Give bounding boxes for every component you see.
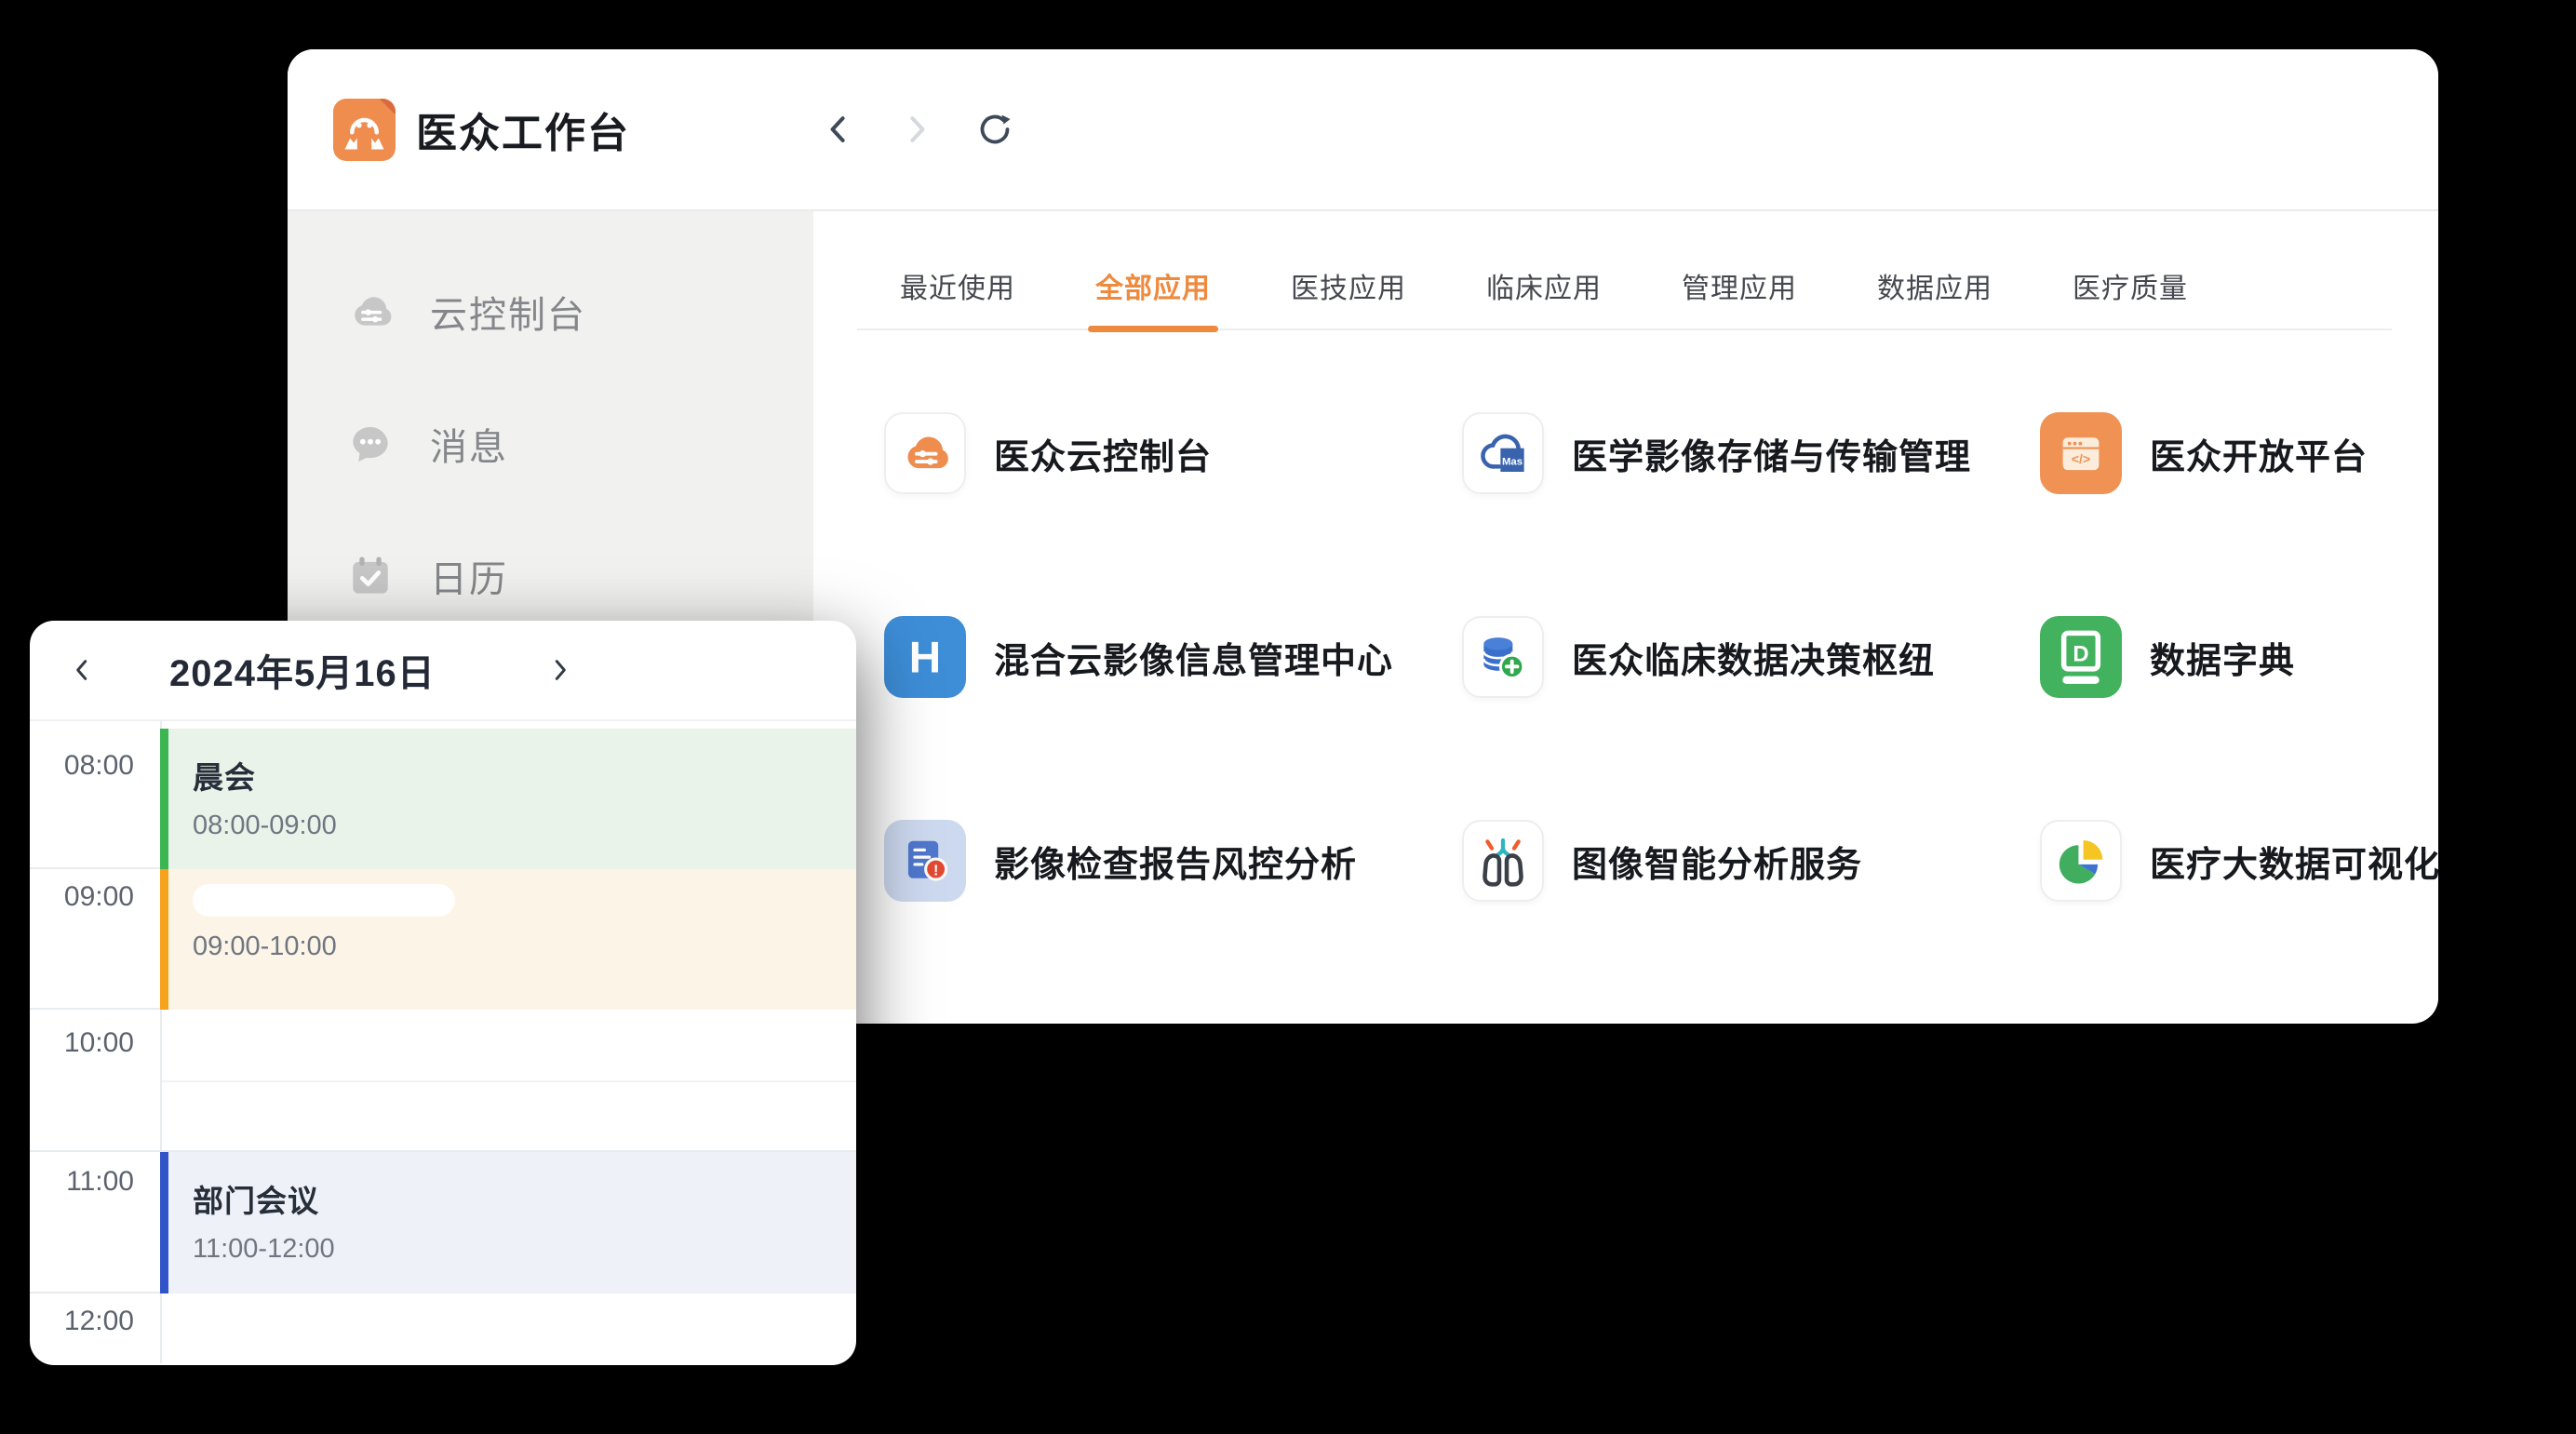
refresh-icon (973, 107, 1017, 152)
tab-clinical-apps[interactable]: 临床应用 (1486, 265, 1602, 328)
time-label: 09:00 (30, 881, 134, 913)
app-clinical-data-hub[interactable]: 医众临床数据决策枢纽 (1462, 616, 2040, 698)
alert-glyph: ! (933, 863, 938, 879)
app-logo-icon (333, 99, 396, 161)
sidebar-item-label: 云控制台 (430, 285, 586, 339)
calendar-body: 08:00 09:00 10:00 11:00 12:00 晨会 08:00-0… (30, 721, 856, 1363)
calendar-icon (344, 550, 396, 602)
forward-button[interactable] (894, 107, 939, 152)
calendar-panel: 2024年5月16日 08:00 09:00 10:00 11:00 12:00… (30, 621, 856, 1365)
app-image-ai-analysis[interactable]: 图像智能分析服务 (1462, 820, 2040, 902)
cloud-settings-icon (884, 412, 966, 494)
app-data-dictionary[interactable]: D 数据字典 (2040, 616, 2438, 698)
calendar-prev-day-button[interactable] (61, 650, 102, 690)
app-imaging-storage[interactable]: Mas 医学影像存储与传输管理 (1462, 412, 2040, 494)
event-time: 09:00-10:00 (193, 931, 856, 962)
time-label: 12:00 (30, 1306, 134, 1337)
chevron-right-icon (896, 109, 937, 150)
active-tab-underline (1088, 326, 1218, 332)
sidebar-item-calendar[interactable]: 日历 (288, 548, 813, 604)
tab-data-apps[interactable]: 数据应用 (1877, 265, 1992, 328)
sidebar-item-messages[interactable]: 消息 (288, 416, 813, 472)
app-name: 混合云影像信息管理中心 (994, 632, 1393, 683)
titlebar: 医众工作台 (288, 49, 2438, 211)
chevron-left-icon (68, 656, 96, 684)
sidebar-item-label: 消息 (430, 417, 508, 471)
app-name: 数据字典 (2150, 632, 2295, 683)
database-plus-icon (1462, 616, 1544, 698)
time-label: 11:00 (30, 1166, 134, 1198)
cloud-settings-icon (344, 286, 396, 338)
tab-label: 全部应用 (1095, 274, 1211, 304)
tab-recently-used[interactable]: 最近使用 (900, 265, 1015, 328)
app-name: 医众云控制台 (994, 428, 1212, 479)
letter-h-icon: H (884, 616, 966, 698)
window-title: 医众工作台 (416, 100, 630, 159)
report-alert-icon: ! (884, 820, 966, 902)
calendar-event-department-meeting[interactable]: 部门会议 11:00-12:00 (160, 1152, 856, 1293)
app-open-platform[interactable]: </> 医众开放平台 (2040, 412, 2438, 494)
back-button[interactable] (816, 107, 861, 152)
app-big-data-visualization[interactable]: 医疗大数据可视化 (2040, 820, 2438, 902)
nav-buttons (816, 107, 1017, 152)
code-glyph: </> (2072, 452, 2091, 467)
event-time: 11:00-12:00 (193, 1234, 856, 1265)
app-name: 医众临床数据决策枢纽 (1572, 632, 1935, 683)
cloud-storage-icon: Mas (1462, 412, 1544, 494)
time-label: 10:00 (30, 1027, 134, 1059)
sidebar-item-label: 日历 (430, 549, 508, 603)
half-hour-gridline (162, 1080, 856, 1082)
dictionary-icon: D (2040, 616, 2122, 698)
calendar-header: 2024年5月16日 (30, 621, 856, 721)
calendar-event-morning-meeting[interactable]: 晨会 08:00-09:00 (160, 729, 856, 869)
chevron-right-icon (546, 656, 574, 684)
calendar-date-title: 2024年5月16日 (169, 643, 436, 697)
desktop-canvas: { "window": { "title": "医众工作台" }, "sideb… (0, 0, 2576, 1434)
message-icon (344, 418, 396, 470)
h-glyph: H (909, 634, 941, 683)
tab-all-apps[interactable]: 全部应用 (1095, 265, 1211, 328)
event-title: 晨会 (193, 753, 856, 797)
chevron-left-icon (818, 109, 859, 150)
event-time: 08:00-09:00 (193, 811, 856, 841)
calendar-event-redacted[interactable]: 09:00-10:00 (160, 869, 856, 1010)
tab-medical-quality[interactable]: 医疗质量 (2073, 265, 2188, 328)
refresh-button[interactable] (973, 107, 1017, 152)
tab-medtech-apps[interactable]: 医技应用 (1291, 265, 1406, 328)
app-name: 医众开放平台 (2150, 428, 2368, 479)
sidebar-item-cloud-console[interactable]: 云控制台 (288, 284, 813, 340)
app-name: 图像智能分析服务 (1572, 836, 1862, 887)
app-hybrid-cloud-center[interactable]: H 混合云影像信息管理中心 (884, 616, 1462, 698)
d-glyph: D (2073, 642, 2088, 667)
app-report-risk-analysis[interactable]: ! 影像检查报告风控分析 (884, 820, 1462, 902)
code-window-icon: </> (2040, 412, 2122, 494)
storage-badge-text: Mas (1502, 457, 1523, 468)
lungs-icon (1462, 820, 1544, 902)
tab-management-apps[interactable]: 管理应用 (1682, 265, 1797, 328)
time-label: 08:00 (30, 750, 134, 782)
app-grid: 医众云控制台 Mas 医学影像存储与传输管理 (884, 412, 2438, 902)
app-cloud-console[interactable]: 医众云控制台 (884, 412, 1462, 494)
calendar-next-day-button[interactable] (540, 650, 581, 690)
main-panel: 最近使用 全部应用 医技应用 临床应用 管理应用 数据应用 医疗质量 (813, 211, 2438, 1022)
event-title-redacted-pill (193, 884, 455, 917)
tabs-bar: 最近使用 全部应用 医技应用 临床应用 管理应用 数据应用 医疗质量 (857, 211, 2392, 330)
app-name: 影像检查报告风控分析 (994, 836, 1357, 887)
event-title: 部门会议 (193, 1176, 856, 1221)
app-name: 医疗大数据可视化 (2150, 836, 2438, 887)
app-name: 医学影像存储与传输管理 (1572, 428, 1971, 479)
pie-chart-icon (2040, 820, 2122, 902)
